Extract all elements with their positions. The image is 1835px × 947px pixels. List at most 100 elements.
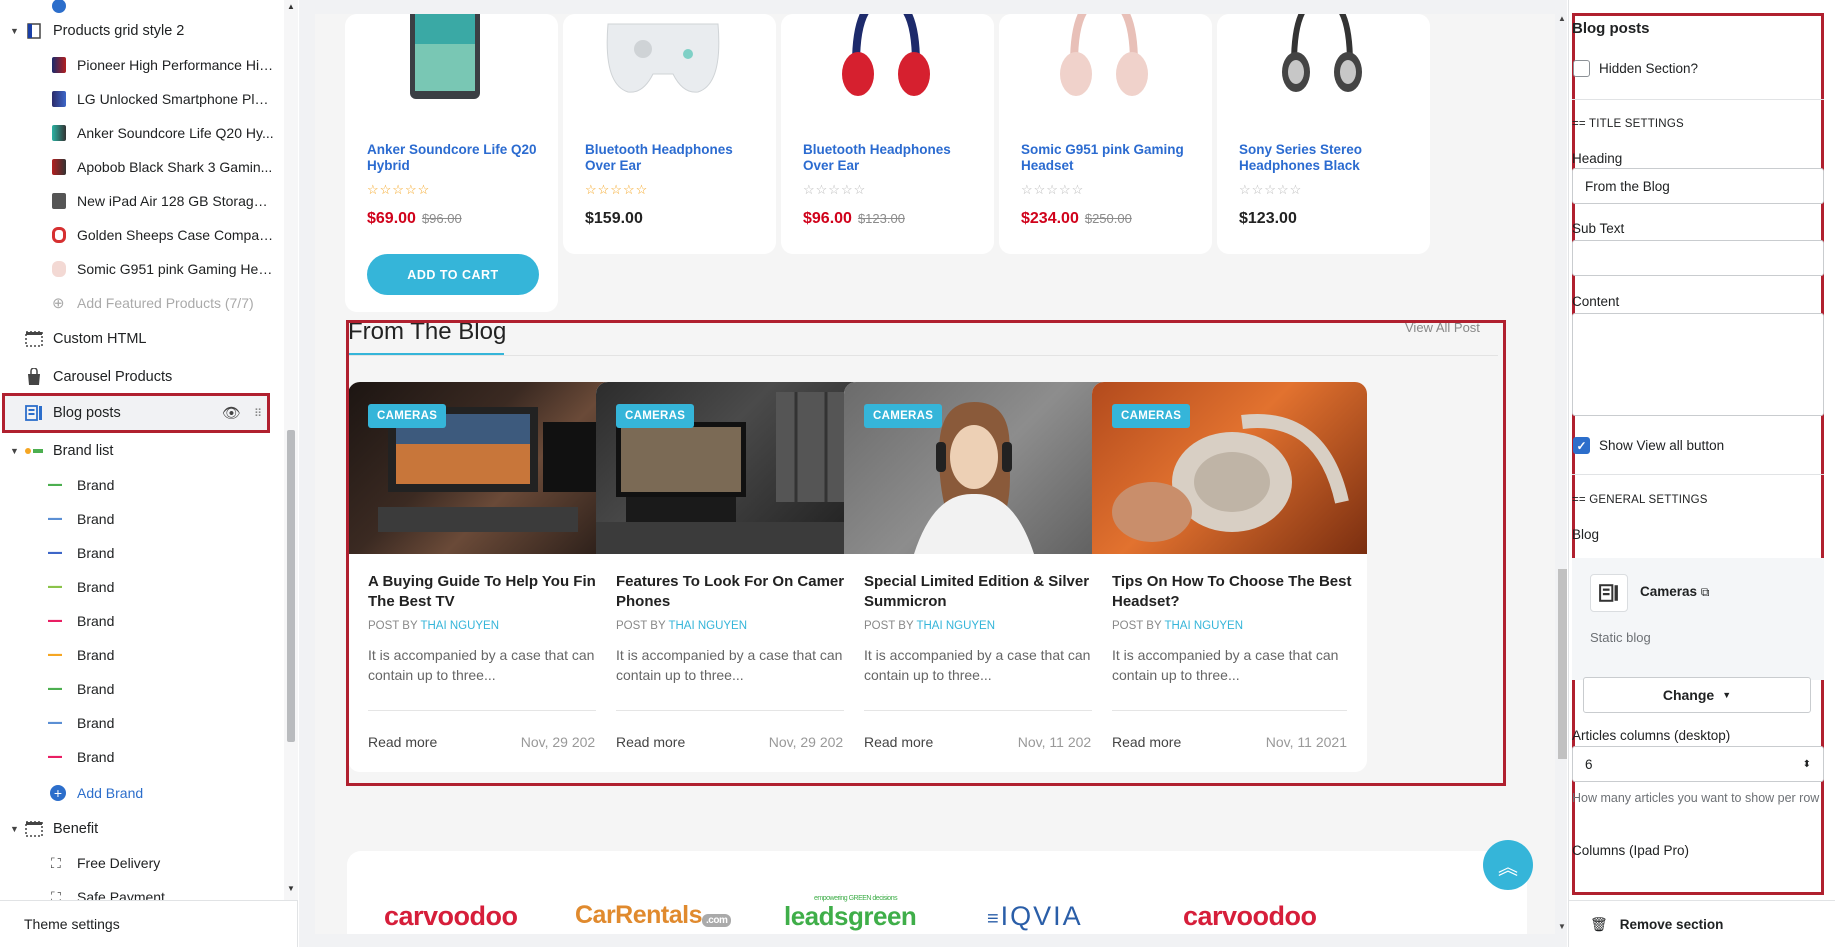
brand-label: Brand — [77, 749, 115, 765]
brand-item[interactable]: ▬▬ Brand — [0, 672, 283, 706]
product-card[interactable]: Sony Series Stereo Headphones Black ☆☆☆☆… — [1217, 14, 1430, 254]
hidden-section-label: Hidden Section? — [1599, 61, 1699, 76]
product-thumb — [52, 227, 66, 243]
section-brand-list[interactable]: ▼ Brand list — [0, 434, 283, 468]
section-benefit[interactable]: ▼ Benefit — [0, 812, 283, 846]
chevron-down-icon[interactable]: ▼ — [10, 26, 20, 36]
product-item[interactable]: Golden Sheeps Case Compati... — [0, 218, 283, 252]
brand-logo[interactable]: empowering GREEN decisions leadsgreen — [784, 895, 917, 932]
add-featured-products[interactable]: ⊕ Add Featured Products (7/7) — [0, 286, 283, 320]
product-item[interactable]: Anker Soundcore Life Q20 Hy... — [0, 116, 283, 150]
scrollbar-thumb[interactable] — [287, 430, 295, 742]
plus-circle-icon: + — [50, 785, 66, 801]
product-card[interactable]: Somic G951 pink Gaming Headset ☆☆☆☆☆ $23… — [999, 14, 1212, 254]
static-blog-label: Static blog — [1590, 630, 1651, 645]
brand-item[interactable]: ▬▬ Brand — [0, 570, 283, 604]
section-carousel-products[interactable]: Carousel Products — [0, 360, 283, 394]
divider — [1572, 474, 1824, 475]
brand-label: Brand — [77, 715, 115, 731]
scroll-down-icon[interactable]: ▼ — [1558, 922, 1566, 931]
chevron-up-icon: ︽ — [1498, 856, 1518, 879]
scroll-up-icon[interactable]: ▲ — [287, 2, 295, 11]
section-tree: ▼ Products grid style 2 Pioneer High Per… — [0, 0, 283, 900]
section-products-grid[interactable]: ▼ Products grid style 2 — [0, 14, 283, 48]
brand-logo[interactable]: ≡IQVIA — [987, 901, 1083, 932]
brand-item[interactable]: ▬▬ Brand — [0, 740, 283, 774]
hidden-section-checkbox[interactable] — [1573, 60, 1590, 77]
chevron-down-icon[interactable]: ▼ — [10, 824, 20, 834]
product-title[interactable]: Anker Soundcore Life Q20 Hybrid — [367, 142, 542, 174]
brand-item[interactable]: ▬▬ Brand — [0, 638, 283, 672]
star-rating-icon: ☆☆☆☆☆ — [585, 182, 649, 197]
product-title[interactable]: Sony Series Stereo Headphones Black — [1239, 142, 1414, 174]
blog-icon — [1590, 574, 1628, 612]
remove-section-label: Remove section — [1619, 916, 1724, 932]
brand-logo[interactable]: carvoodoo — [384, 901, 518, 932]
product-title[interactable]: Somic G951 pink Gaming Headset — [1021, 142, 1196, 174]
product-item[interactable]: Apobob Black Shark 3 Gamin... — [0, 150, 283, 184]
select-arrows-icon: ⬍ — [1802, 758, 1811, 770]
scrollbar-thumb[interactable] — [1558, 569, 1567, 759]
brand-logo-icon: ▬▬ — [48, 617, 62, 624]
benefit-label: Safe Payment — [77, 889, 165, 900]
product-label: LG Unlocked Smartphone Plat... — [77, 91, 274, 107]
product-price: $234.00 $250.00 — [1021, 210, 1132, 227]
brand-logo[interactable]: CarRentals .com — [575, 901, 732, 930]
product-item[interactable]: Pioneer High Performance Hi-... — [0, 48, 283, 82]
remove-section-button[interactable]: 🗑 Remove section — [1568, 900, 1835, 947]
preview-scrollbar[interactable]: ▲ ▼ — [1557, 14, 1567, 934]
scroll-up-icon[interactable]: ▲ — [1558, 14, 1566, 23]
heading-input[interactable]: From the Blog — [1572, 168, 1824, 204]
heading-label: Heading — [1572, 151, 1623, 166]
section-custom-html[interactable]: Custom HTML — [0, 322, 283, 356]
product-label: Apobob Black Shark 3 Gamin... — [77, 159, 273, 175]
brand-logo-icon: ▬▬ — [48, 515, 62, 522]
product-price: $69.00 $96.00 — [367, 210, 462, 227]
product-thumb — [52, 91, 66, 107]
content-textarea[interactable] — [1572, 313, 1824, 416]
product-label: Somic G951 pink Gaming Hea... — [77, 261, 274, 277]
brand-item[interactable]: ▬▬ Brand — [0, 706, 283, 740]
brand-logo[interactable]: carvoodoo — [1183, 901, 1317, 932]
brand-label: Brand — [77, 545, 115, 561]
brand-item[interactable]: ▬▬ Brand — [0, 536, 283, 570]
product-card[interactable]: Anker Soundcore Life Q20 Hybrid ☆☆☆☆☆ $6… — [345, 14, 558, 312]
blog-name-link[interactable]: Cameras ⧉ — [1640, 584, 1709, 600]
code-block-icon — [24, 820, 44, 838]
add-brand-button[interactable]: + Add Brand — [0, 776, 283, 810]
brand-item[interactable]: ▬▬ Brand — [0, 502, 283, 536]
scroll-to-top-button[interactable]: ︽ — [1483, 840, 1533, 890]
product-item[interactable]: New iPad Air 128 GB Storage ... — [0, 184, 283, 218]
chevron-down-icon[interactable]: ▼ — [10, 446, 20, 456]
product-card[interactable]: Bluetooth Headphones Over Ear ☆☆☆☆☆ $96.… — [781, 14, 994, 254]
benefit-item[interactable]: ⛶ Free Delivery — [0, 846, 283, 880]
product-title[interactable]: Bluetooth Headphones Over Ear — [803, 142, 978, 174]
section-blog-posts[interactable]: Blog posts 👁 ⠿ — [0, 396, 283, 430]
product-title[interactable]: Bluetooth Headphones Over Ear — [585, 142, 760, 174]
show-view-all-label: Show View all button — [1599, 438, 1725, 453]
articles-columns-select[interactable]: 6 ⬍ — [1572, 746, 1824, 782]
section-label: Products grid style 2 — [53, 23, 185, 39]
scroll-down-icon[interactable]: ▼ — [287, 884, 295, 893]
sidebar-scrollbar[interactable]: ▲ ▼ — [284, 0, 298, 900]
benefit-item[interactable]: ⛶ Safe Payment — [0, 880, 283, 901]
product-item[interactable]: LG Unlocked Smartphone Plat... — [0, 82, 283, 116]
product-card[interactable]: Bluetooth Headphones Over Ear ☆☆☆☆☆ $159… — [563, 14, 776, 254]
product-thumb — [52, 57, 66, 73]
theme-settings-link[interactable]: Theme settings — [0, 900, 298, 947]
panel-title: Blog posts — [1572, 20, 1650, 37]
product-item[interactable]: Somic G951 pink Gaming Hea... — [0, 252, 283, 286]
show-view-all-checkbox[interactable]: ✓ — [1573, 437, 1590, 454]
product-price: $123.00 — [1239, 210, 1297, 227]
brand-item[interactable]: ▬▬ Brand — [0, 604, 283, 638]
change-blog-button[interactable]: Change ▼ — [1583, 677, 1811, 713]
brand-item[interactable]: ▬▬ Brand — [0, 468, 283, 502]
divider — [1572, 99, 1824, 100]
subtext-input[interactable] — [1572, 240, 1824, 276]
product-price: $96.00 $123.00 — [803, 210, 905, 227]
star-rating-icon: ☆☆☆☆☆ — [367, 182, 431, 197]
add-to-cart-button[interactable]: ADD TO CART — [367, 254, 539, 295]
drag-handle-icon[interactable]: ⠿ — [254, 407, 262, 420]
eye-icon[interactable]: 👁 — [222, 404, 241, 422]
brand-label: Brand — [77, 477, 115, 493]
